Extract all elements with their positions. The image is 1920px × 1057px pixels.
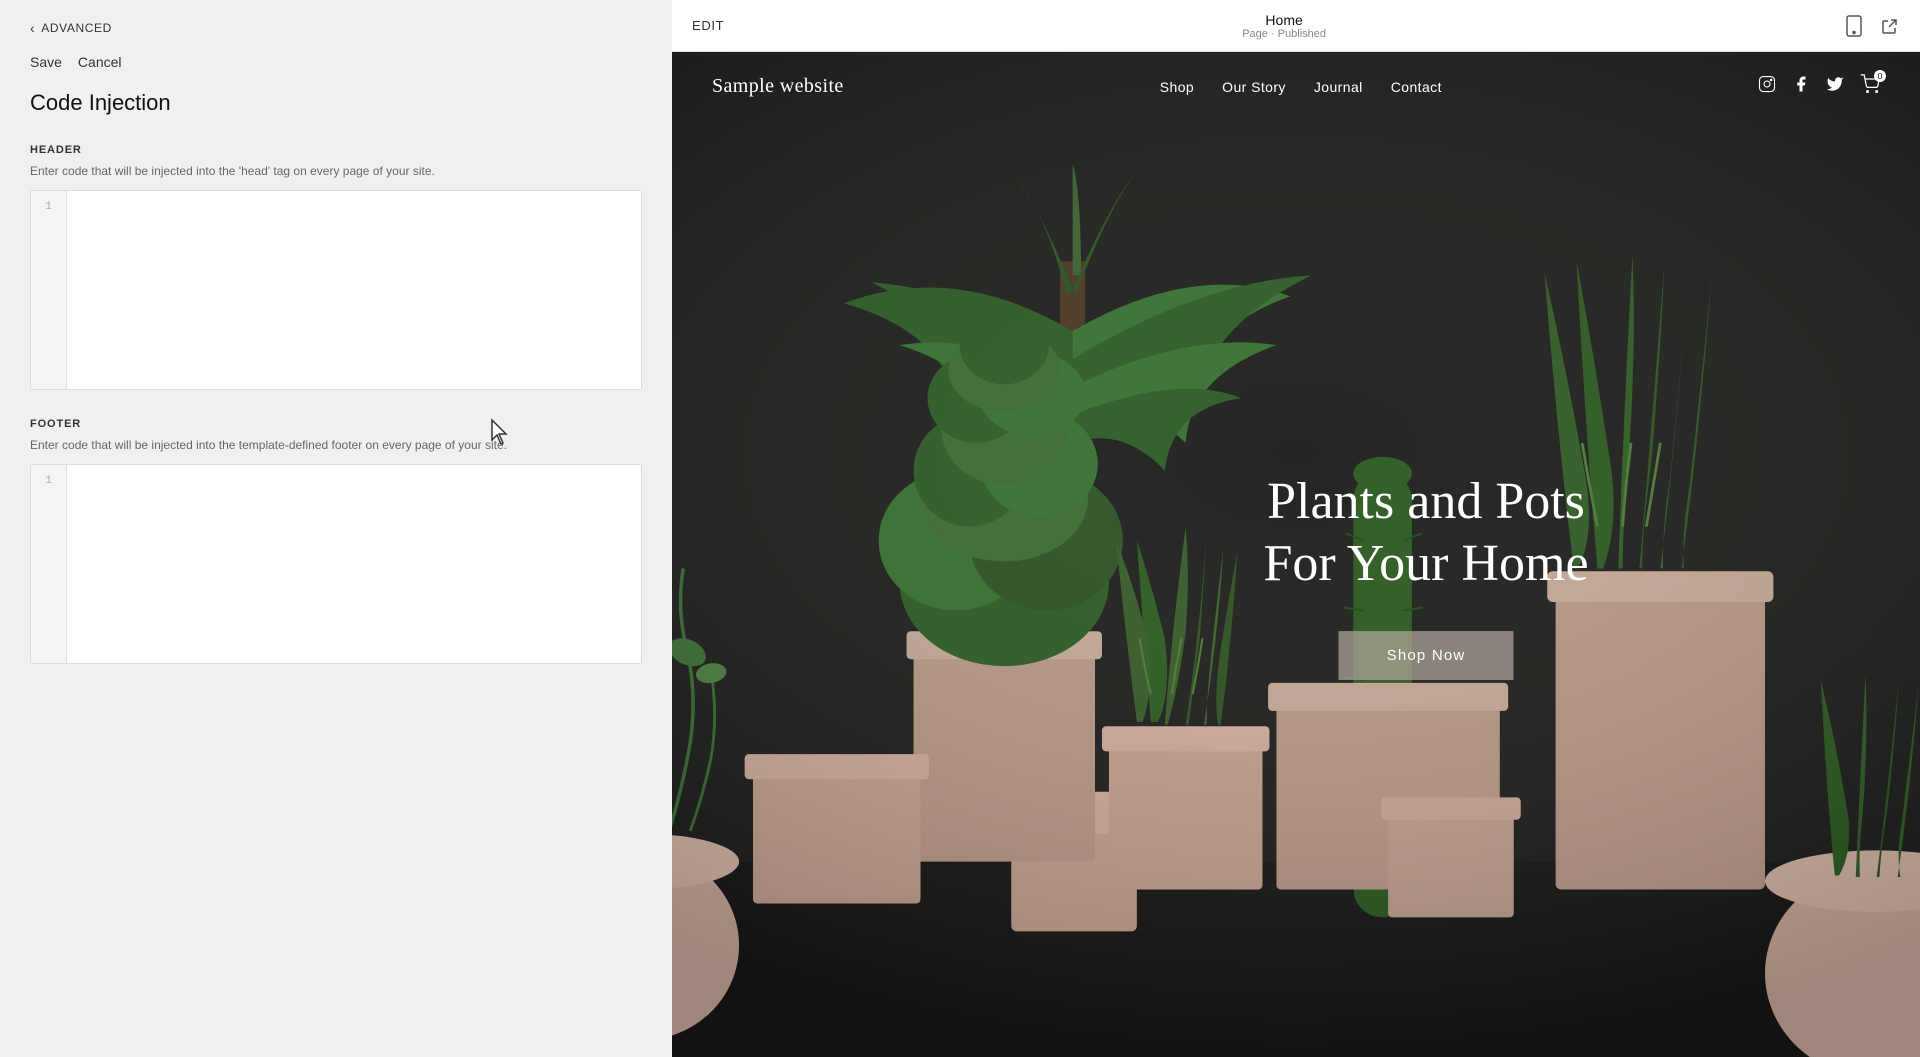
toolbar-page-name: Home (1265, 12, 1302, 28)
editor-toolbar: EDIT Home Page · Published (672, 0, 1920, 52)
site-nav-links: Shop Our Story Journal Contact (1160, 79, 1442, 95)
cart-badge: 0 (1874, 70, 1886, 82)
header-section-label: HEADER (30, 144, 642, 156)
page-title: Code Injection (30, 90, 642, 116)
footer-section-desc: Enter code that will be injected into th… (30, 436, 642, 454)
nav-link-contact[interactable]: Contact (1391, 79, 1442, 95)
site-nav-icons: 0 (1758, 74, 1880, 99)
cart-icon[interactable]: 0 (1860, 74, 1880, 99)
mobile-view-icon[interactable] (1844, 16, 1864, 36)
header-code-editor[interactable]: 1 (30, 190, 642, 390)
nav-link-shop[interactable]: Shop (1160, 79, 1194, 95)
footer-section-label: FOOTER (30, 418, 642, 430)
instagram-icon[interactable] (1758, 75, 1776, 98)
site-nav: Sample website Shop Our Story Journal Co… (672, 52, 1920, 121)
right-panel: EDIT Home Page · Published (672, 0, 1920, 1057)
facebook-icon[interactable] (1792, 75, 1810, 98)
footer-code-editor[interactable]: 1 (30, 464, 642, 664)
header-editor-gutter: 1 (31, 191, 67, 389)
hero-title-line1: Plants and Pots (1267, 473, 1585, 530)
back-link[interactable]: ‹ ADVANCED (30, 20, 642, 36)
header-code-textarea[interactable] (67, 191, 641, 389)
external-link-icon[interactable] (1880, 16, 1900, 36)
header-section-desc: Enter code that will be injected into th… (30, 162, 642, 180)
preview-container: Sample website Shop Our Story Journal Co… (672, 52, 1920, 1057)
header-line-number: 1 (45, 201, 52, 213)
toolbar-page-status: Page · Published (1242, 28, 1326, 40)
twitter-icon[interactable] (1826, 75, 1844, 98)
website-preview: Sample website Shop Our Story Journal Co… (672, 52, 1920, 1057)
left-panel: ‹ ADVANCED Save Cancel Code Injection HE… (0, 0, 672, 1057)
shop-now-button[interactable]: Shop Now (1339, 631, 1514, 680)
toolbar-right (1844, 16, 1900, 36)
save-button[interactable]: Save (30, 54, 62, 70)
hero-title-line2: For Your Home (1263, 535, 1588, 592)
footer-line-number: 1 (45, 475, 52, 487)
back-arrow-icon: ‹ (30, 20, 35, 36)
nav-link-our-story[interactable]: Our Story (1222, 79, 1286, 95)
nav-link-journal[interactable]: Journal (1314, 79, 1363, 95)
footer-editor-gutter: 1 (31, 465, 67, 663)
back-link-label: ADVANCED (41, 21, 112, 35)
hero-content: Plants and Pots For Your Home Shop Now (1263, 471, 1588, 681)
toolbar-center: Home Page · Published (1242, 12, 1326, 40)
cancel-button[interactable]: Cancel (78, 54, 122, 70)
footer-code-textarea[interactable] (67, 465, 641, 663)
hero-title: Plants and Pots For Your Home (1263, 471, 1588, 596)
edit-button[interactable]: EDIT (692, 18, 724, 33)
action-buttons: Save Cancel (30, 54, 642, 70)
site-logo: Sample website (712, 75, 844, 98)
